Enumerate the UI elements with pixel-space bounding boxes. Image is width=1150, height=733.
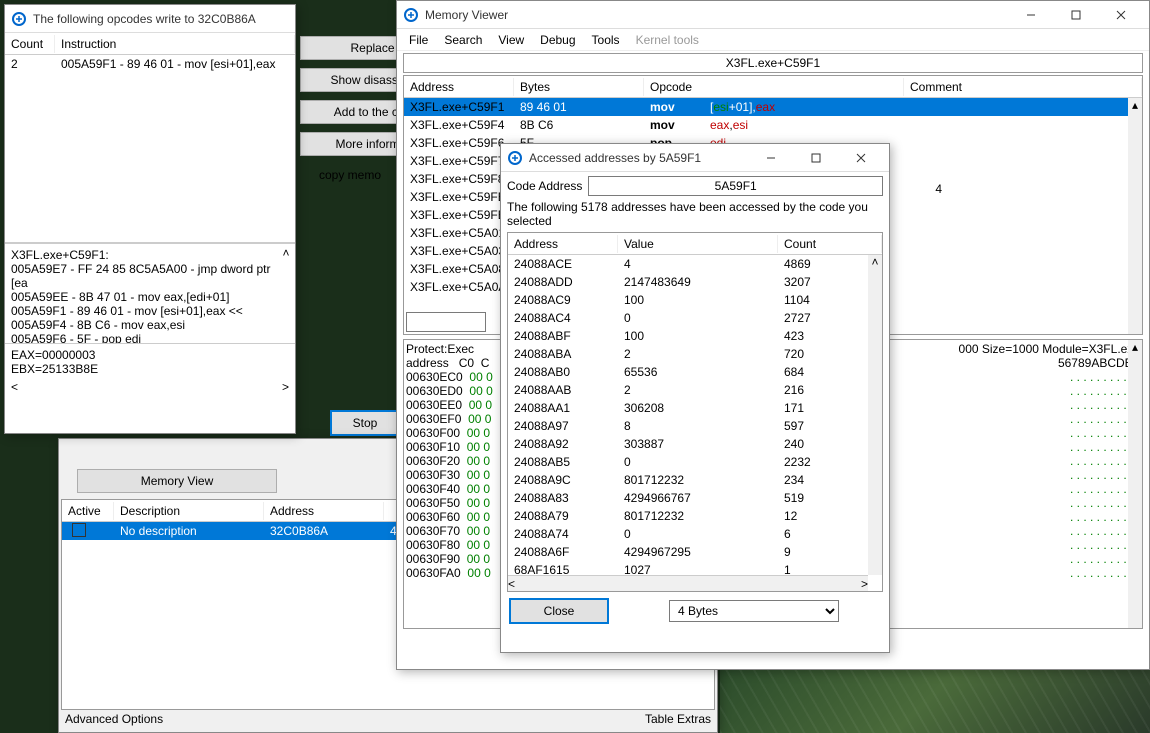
window-title: Memory Viewer bbox=[425, 8, 1008, 22]
disasm-line: 005A59F4 - 8B C6 - mov eax,esi bbox=[11, 318, 289, 332]
accessed-row[interactable]: 24088A92303887240 bbox=[508, 435, 882, 453]
disasm-row[interactable]: X3FL.exe+C59F48B C6moveax,esi bbox=[404, 116, 1142, 134]
accessed-row[interactable]: 24088A978597 bbox=[508, 417, 882, 435]
caret-up-icon[interactable]: ˄ bbox=[279, 246, 293, 260]
close-button[interactable] bbox=[838, 144, 883, 172]
row-description: No description bbox=[114, 524, 264, 538]
disasm-scrollbar[interactable]: ▴ bbox=[1128, 98, 1142, 334]
dialog-title: Accessed addresses by 5A59F1 bbox=[529, 151, 748, 165]
info-text: The following 5178 addresses have been a… bbox=[507, 200, 883, 228]
grid-vertical-scrollbar[interactable]: ˄ bbox=[868, 255, 882, 575]
col-address[interactable]: Address bbox=[404, 78, 514, 96]
code-address-input[interactable] bbox=[588, 176, 883, 196]
disasm-line: 005A59E7 - FF 24 85 8C5A5A00 - jmp dword… bbox=[11, 262, 289, 290]
menu-tools[interactable]: Tools bbox=[584, 31, 628, 49]
close-dialog-button[interactable]: Close bbox=[509, 598, 609, 624]
copy-memory-label: copy memo bbox=[300, 164, 400, 186]
menu-file[interactable]: File bbox=[401, 31, 436, 49]
active-checkbox[interactable] bbox=[72, 523, 86, 537]
goto-address-input[interactable] bbox=[406, 312, 486, 332]
minimize-button[interactable] bbox=[1008, 1, 1053, 29]
accessed-row[interactable]: 24088ABF100423 bbox=[508, 327, 882, 345]
table-extras-link[interactable]: Table Extras bbox=[645, 712, 711, 730]
maximize-button[interactable] bbox=[793, 144, 838, 172]
hex-scrollbar[interactable]: ▴ bbox=[1128, 340, 1142, 628]
value-type-select[interactable]: 4 Bytes bbox=[669, 600, 839, 622]
accessed-row[interactable]: 24088AA1306208171 bbox=[508, 399, 882, 417]
col-bytes[interactable]: Bytes bbox=[514, 78, 644, 96]
row-address: 32C0B86A bbox=[264, 524, 384, 538]
row-instruction: 005A59F1 - 89 46 01 - mov [esi+01],eax bbox=[55, 57, 295, 71]
accessed-row[interactable]: 24088AC402727 bbox=[508, 309, 882, 327]
col-comment[interactable]: Comment bbox=[904, 78, 1142, 96]
disasm-line: 005A59F6 - 5F - pop edi bbox=[11, 332, 289, 343]
accessed-row[interactable]: 24088A7406 bbox=[508, 525, 882, 543]
disasm-row[interactable]: X3FL.exe+C59F189 46 01mov[esi+01],eax bbox=[404, 98, 1142, 116]
accessed-row[interactable]: 24088AAB2216 bbox=[508, 381, 882, 399]
disasm-title: X3FL.exe+C59F1: bbox=[11, 248, 289, 262]
col-address[interactable]: Address bbox=[508, 235, 618, 253]
accessed-addresses-grid[interactable]: Address Value Count 24088ACE4486924088AD… bbox=[507, 232, 883, 592]
maximize-button[interactable] bbox=[1053, 1, 1098, 29]
disasm-line: 005A59F1 - 89 46 01 - mov [esi+01],eax <… bbox=[11, 304, 289, 318]
col-opcode[interactable]: Opcode bbox=[644, 78, 904, 96]
opcodes-write-window: The following opcodes write to 32C0B86A … bbox=[4, 4, 296, 434]
register-line: EBX=25133B8E bbox=[11, 362, 289, 376]
stop-button[interactable]: Stop bbox=[330, 410, 400, 436]
memory-view-button[interactable]: Memory View bbox=[77, 469, 277, 493]
menu-bar[interactable]: File Search View Debug Tools Kernel tool… bbox=[397, 29, 1149, 51]
hex-module-label: 000 Size=1000 Module=X3FL.exe bbox=[959, 342, 1140, 356]
col-description[interactable]: Description bbox=[114, 502, 264, 520]
accessed-row[interactable]: 24088A7980171223212 bbox=[508, 507, 882, 525]
col-address[interactable]: Address bbox=[264, 502, 384, 520]
extra-value: 4 bbox=[935, 182, 942, 196]
cheat-engine-icon bbox=[11, 11, 27, 27]
minimize-button[interactable] bbox=[748, 144, 793, 172]
hex-col-header: address C0 C bbox=[406, 356, 489, 370]
advanced-options-link[interactable]: Advanced Options bbox=[65, 712, 163, 730]
menu-debug[interactable]: Debug bbox=[532, 31, 583, 49]
menu-kernel-tools[interactable]: Kernel tools bbox=[628, 31, 707, 49]
address-bar[interactable]: X3FL.exe+C59F1 bbox=[403, 53, 1143, 73]
accessed-row[interactable]: 24088AC91001104 bbox=[508, 291, 882, 309]
accessed-row[interactable]: 24088A834294966767519 bbox=[508, 489, 882, 507]
col-count[interactable]: Count bbox=[778, 235, 882, 253]
accessed-row[interactable]: 24088ACE44869 bbox=[508, 255, 882, 273]
col-value[interactable]: Value bbox=[618, 235, 778, 253]
window-title: The following opcodes write to 32C0B86A bbox=[33, 12, 289, 26]
grid-horizontal-scrollbar[interactable]: <> bbox=[508, 575, 868, 591]
accessed-addresses-dialog: Accessed addresses by 5A59F1 Code Addres… bbox=[500, 143, 890, 653]
row-count: 2 bbox=[5, 57, 55, 71]
menu-search[interactable]: Search bbox=[436, 31, 490, 49]
scroll-right-icon[interactable]: > bbox=[282, 380, 289, 394]
opcode-row[interactable]: 2 005A59F1 - 89 46 01 - mov [esi+01],eax bbox=[5, 55, 295, 73]
accessed-row[interactable]: 24088A6F42949672959 bbox=[508, 543, 882, 561]
accessed-row[interactable]: 24088AB065536684 bbox=[508, 363, 882, 381]
accessed-row[interactable]: 24088AB502232 bbox=[508, 453, 882, 471]
disasm-line: 005A59EE - 8B 47 01 - mov eax,[edi+01] bbox=[11, 290, 289, 304]
menu-view[interactable]: View bbox=[490, 31, 532, 49]
hex-protect-label: Protect:Exec bbox=[406, 342, 474, 356]
accessed-row[interactable]: 24088ABA2720 bbox=[508, 345, 882, 363]
code-address-label: Code Address bbox=[507, 179, 582, 193]
accessed-row[interactable]: 24088A9C801712232234 bbox=[508, 471, 882, 489]
col-count[interactable]: Count bbox=[5, 35, 55, 53]
register-line: EAX=00000003 bbox=[11, 348, 289, 362]
col-instruction[interactable]: Instruction bbox=[55, 35, 295, 53]
cheat-engine-icon bbox=[403, 7, 419, 23]
scroll-left-icon[interactable]: < bbox=[11, 380, 18, 394]
close-button[interactable] bbox=[1098, 1, 1143, 29]
accessed-row[interactable]: 24088ADD21474836493207 bbox=[508, 273, 882, 291]
col-active[interactable]: Active bbox=[62, 502, 114, 520]
cheat-engine-icon bbox=[507, 150, 523, 166]
